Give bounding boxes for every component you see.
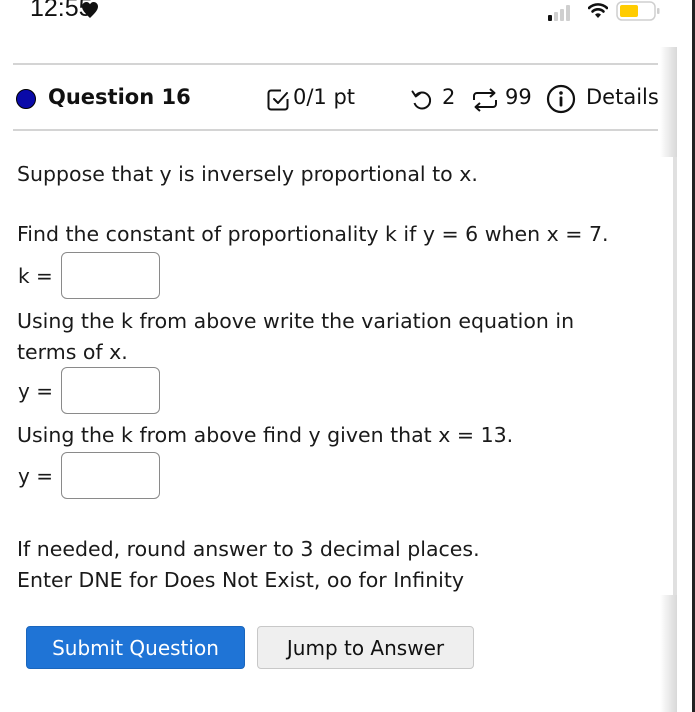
submit-question-button[interactable]: Submit Question <box>26 626 245 669</box>
cellular-signal-icon <box>548 5 572 25</box>
info-icon[interactable] <box>546 84 576 118</box>
rounding-note: If needed, round answer to 3 decimal pla… <box>17 537 480 561</box>
header-divider-bottom <box>13 129 658 131</box>
part2-prompt-line1: Using the k from above write the variati… <box>17 309 575 333</box>
attempts-count: 99 <box>505 85 532 109</box>
part3-label: y = <box>18 464 53 488</box>
answer-input-k[interactable] <box>61 252 160 299</box>
scrollbar-track-top[interactable] <box>660 47 677 157</box>
battery-icon <box>616 1 662 25</box>
wifi-icon <box>587 2 609 24</box>
dne-note: Enter DNE for Does Not Exist, oo for Inf… <box>17 568 465 592</box>
answer-input-equation[interactable] <box>61 367 160 414</box>
question-intro: Suppose that y is inversely proportional… <box>17 162 478 186</box>
scrollbar-track-bottom[interactable] <box>660 595 677 712</box>
part1-label: k = <box>18 264 53 288</box>
part2-label: y = <box>18 379 53 403</box>
undo-icon <box>410 88 434 116</box>
answer-input-y[interactable] <box>61 452 160 499</box>
status-bar: 12:55 <box>0 0 695 30</box>
question-status-dot-icon <box>16 89 36 109</box>
details-link[interactable]: Details <box>586 85 659 109</box>
part1-prompt: Find the constant of proportionality k i… <box>17 222 609 246</box>
question-title: Question 16 <box>48 85 191 109</box>
scrollbar-track[interactable] <box>673 157 677 595</box>
repeat-icon <box>471 86 499 118</box>
checkbox-icon <box>266 88 290 116</box>
part2-prompt-line2: terms of x. <box>17 340 128 364</box>
header-divider-top <box>13 63 658 65</box>
part3-prompt: Using the k from above find y given that… <box>17 423 514 447</box>
retries-count: 2 <box>442 85 456 109</box>
question-score: 0/1 pt <box>293 85 356 109</box>
jump-to-answer-button[interactable]: Jump to Answer <box>257 626 474 669</box>
heart-icon <box>82 2 98 23</box>
